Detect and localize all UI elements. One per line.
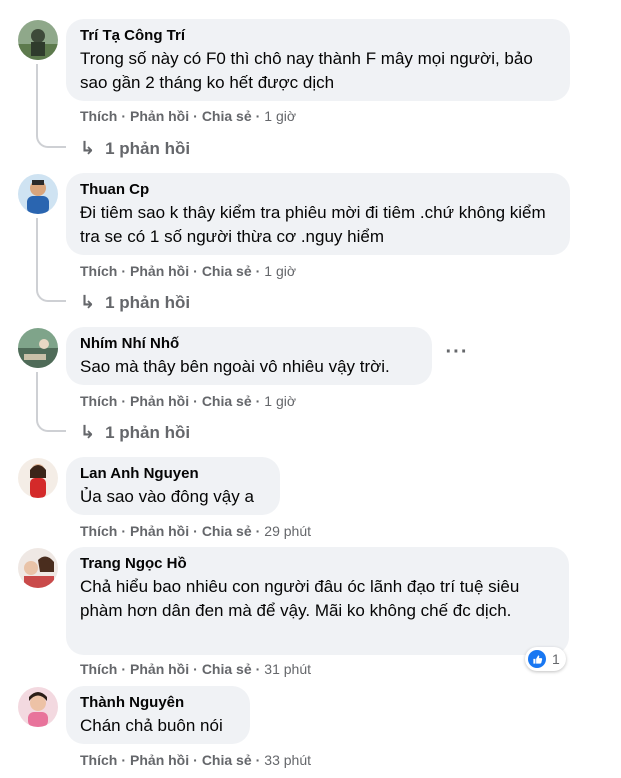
comment-timestamp[interactable]: 33 phút: [264, 752, 311, 768]
reply-button[interactable]: Phản hồi: [130, 393, 189, 409]
comment-bubble: Trang Ngọc Hồ Chả hiểu bao nhiêu con ngư…: [66, 547, 569, 655]
like-button[interactable]: Thích: [80, 393, 117, 409]
reaction-summary[interactable]: 1: [525, 647, 566, 671]
comment-text: Ủa sao vào đông vậy a: [80, 487, 254, 506]
reply-button[interactable]: Phản hồi: [130, 752, 189, 768]
comment-bubble: Lan Anh Nguyen Ủa sao vào đông vậy a: [66, 457, 280, 515]
like-button[interactable]: Thích: [80, 752, 117, 768]
share-button[interactable]: Chia sẻ: [202, 661, 252, 677]
reaction-count: 1: [552, 651, 560, 667]
reply-arrow-icon: ↳: [80, 138, 96, 158]
comment-bubble: Trí Tạ Công Trí Trong số này có F0 thì c…: [66, 19, 570, 101]
comment-text: Chả hiểu bao nhiêu con người đâu óc lãnh…: [80, 577, 520, 620]
comment-author[interactable]: Lan Anh Nguyen: [80, 465, 268, 483]
reply-arrow-icon: ↳: [80, 422, 96, 442]
avatar[interactable]: [18, 20, 58, 60]
comment-timestamp[interactable]: 1 giờ: [264, 263, 296, 279]
more-options-button[interactable]: ···: [443, 342, 471, 368]
share-button[interactable]: Chia sẻ: [202, 752, 252, 768]
share-button[interactable]: Chia sẻ: [202, 263, 252, 279]
reply-button[interactable]: Phản hồi: [130, 661, 189, 677]
share-button[interactable]: Chia sẻ: [202, 523, 252, 539]
avatar[interactable]: [18, 687, 58, 727]
comment-actions: Thích · Phản hồi · Chia sẻ · 1 giờ: [80, 263, 297, 279]
comment-text: Đi tiêm sao k thây kiểm tra phiêu mời đi…: [80, 203, 546, 246]
view-replies-link[interactable]: ↳ 1 phản hồi: [80, 291, 190, 314]
share-button[interactable]: Chia sẻ: [202, 393, 252, 409]
avatar[interactable]: [18, 548, 58, 588]
replies-count: 1 phản hồi: [105, 423, 191, 442]
reply-arrow-icon: ↳: [80, 292, 96, 312]
comment-author[interactable]: Thành Nguyên: [80, 694, 238, 712]
like-button[interactable]: Thích: [80, 263, 117, 279]
comment-author[interactable]: Trí Tạ Công Trí: [80, 27, 558, 45]
thread-curve: [36, 418, 66, 432]
comment-actions: Thích · Phản hồi · Chia sẻ · 29 phút: [80, 523, 312, 539]
comment-actions: Thích · Phản hồi · Chia sẻ · 1 giờ: [80, 393, 297, 409]
reply-button[interactable]: Phản hồi: [130, 263, 189, 279]
comment-author[interactable]: Trang Ngọc Hồ: [80, 555, 557, 573]
avatar[interactable]: [18, 328, 58, 368]
share-button[interactable]: Chia sẻ: [202, 108, 252, 124]
comment-bubble: Thành Nguyên Chán chả buôn nói: [66, 686, 250, 744]
comment-text: Trong số này có F0 thì chô nay thành F m…: [80, 49, 533, 92]
comment-author[interactable]: Nhím Nhí Nhố: [80, 335, 420, 353]
like-button[interactable]: Thích: [80, 523, 117, 539]
comment-actions: Thích · Phản hồi · Chia sẻ · 31 phút: [80, 661, 312, 677]
comment-actions: Thích · Phản hồi · Chia sẻ · 1 giờ: [80, 108, 297, 124]
like-icon: [528, 650, 546, 668]
like-button[interactable]: Thích: [80, 661, 117, 677]
comment-actions: Thích · Phản hồi · Chia sẻ · 33 phút: [80, 752, 312, 768]
comment-author[interactable]: Thuan Cp: [80, 181, 558, 199]
comment-text: Sao mà thây bên ngoài vô nhiêu vậy trời.: [80, 357, 390, 376]
view-replies-link[interactable]: ↳ 1 phản hồi: [80, 421, 190, 444]
avatar[interactable]: [18, 174, 58, 214]
replies-count: 1 phản hồi: [105, 293, 191, 312]
thread-line: [36, 372, 38, 418]
view-replies-link[interactable]: ↳ 1 phản hồi: [80, 137, 190, 160]
avatar[interactable]: [18, 458, 58, 498]
thread-line: [36, 64, 38, 134]
comment-timestamp[interactable]: 31 phút: [264, 661, 311, 677]
reply-button[interactable]: Phản hồi: [130, 108, 189, 124]
reply-button[interactable]: Phản hồi: [130, 523, 189, 539]
like-button[interactable]: Thích: [80, 108, 117, 124]
replies-count: 1 phản hồi: [105, 139, 191, 158]
thread-curve: [36, 134, 66, 148]
comment-text: Chán chả buôn nói: [80, 716, 223, 735]
comment-bubble: Thuan Cp Đi tiêm sao k thây kiểm tra phi…: [66, 173, 570, 255]
thread-curve: [36, 288, 66, 302]
comment-bubble: Nhím Nhí Nhố Sao mà thây bên ngoài vô nh…: [66, 327, 432, 385]
comment-timestamp[interactable]: 1 giờ: [264, 108, 296, 124]
comment-timestamp[interactable]: 1 giờ: [264, 393, 296, 409]
comment-timestamp[interactable]: 29 phút: [264, 523, 311, 539]
thread-line: [36, 218, 38, 288]
